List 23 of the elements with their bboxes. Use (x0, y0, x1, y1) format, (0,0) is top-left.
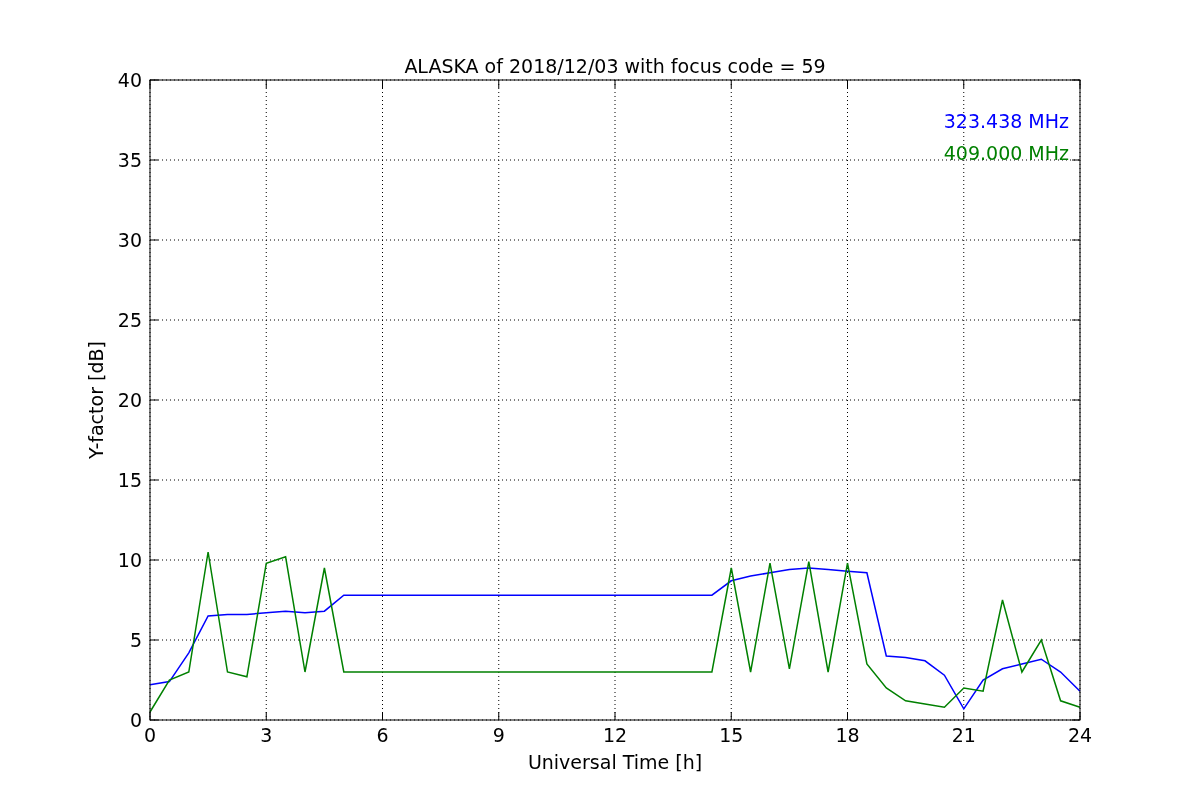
y-tick-label: 15 (117, 469, 142, 491)
x-tick-label: 3 (260, 724, 273, 746)
y-tick-label: 0 (129, 709, 142, 731)
legend-entry: 409.000 MHz (943, 142, 1069, 164)
y-tick-label: 40 (117, 69, 142, 91)
x-tick-label: 21 (951, 724, 976, 746)
y-tick-label: 30 (117, 229, 142, 251)
x-tick-label: 24 (1067, 724, 1093, 746)
y-tick-label: 25 (117, 309, 142, 331)
chart-title: ALASKA of 2018/12/03 with focus code = 59 (404, 55, 826, 77)
x-tick-label: 9 (492, 724, 505, 746)
x-tick-label: 12 (602, 724, 628, 746)
y-tick-label: 20 (117, 389, 142, 411)
y-tick-label: 35 (117, 149, 142, 171)
x-axis-label: Universal Time [h] (527, 751, 703, 773)
y-axis-label: Y-factor [dB] (85, 341, 107, 459)
legend-entry: 323.438 MHz (943, 110, 1069, 132)
x-tick-label: 6 (376, 724, 389, 746)
x-tick-label: 15 (719, 724, 744, 746)
x-tick-label: 0 (143, 724, 157, 746)
y-tick-label: 5 (129, 629, 142, 651)
y-tick-label: 10 (117, 549, 142, 571)
x-tick-label: 18 (835, 724, 860, 746)
